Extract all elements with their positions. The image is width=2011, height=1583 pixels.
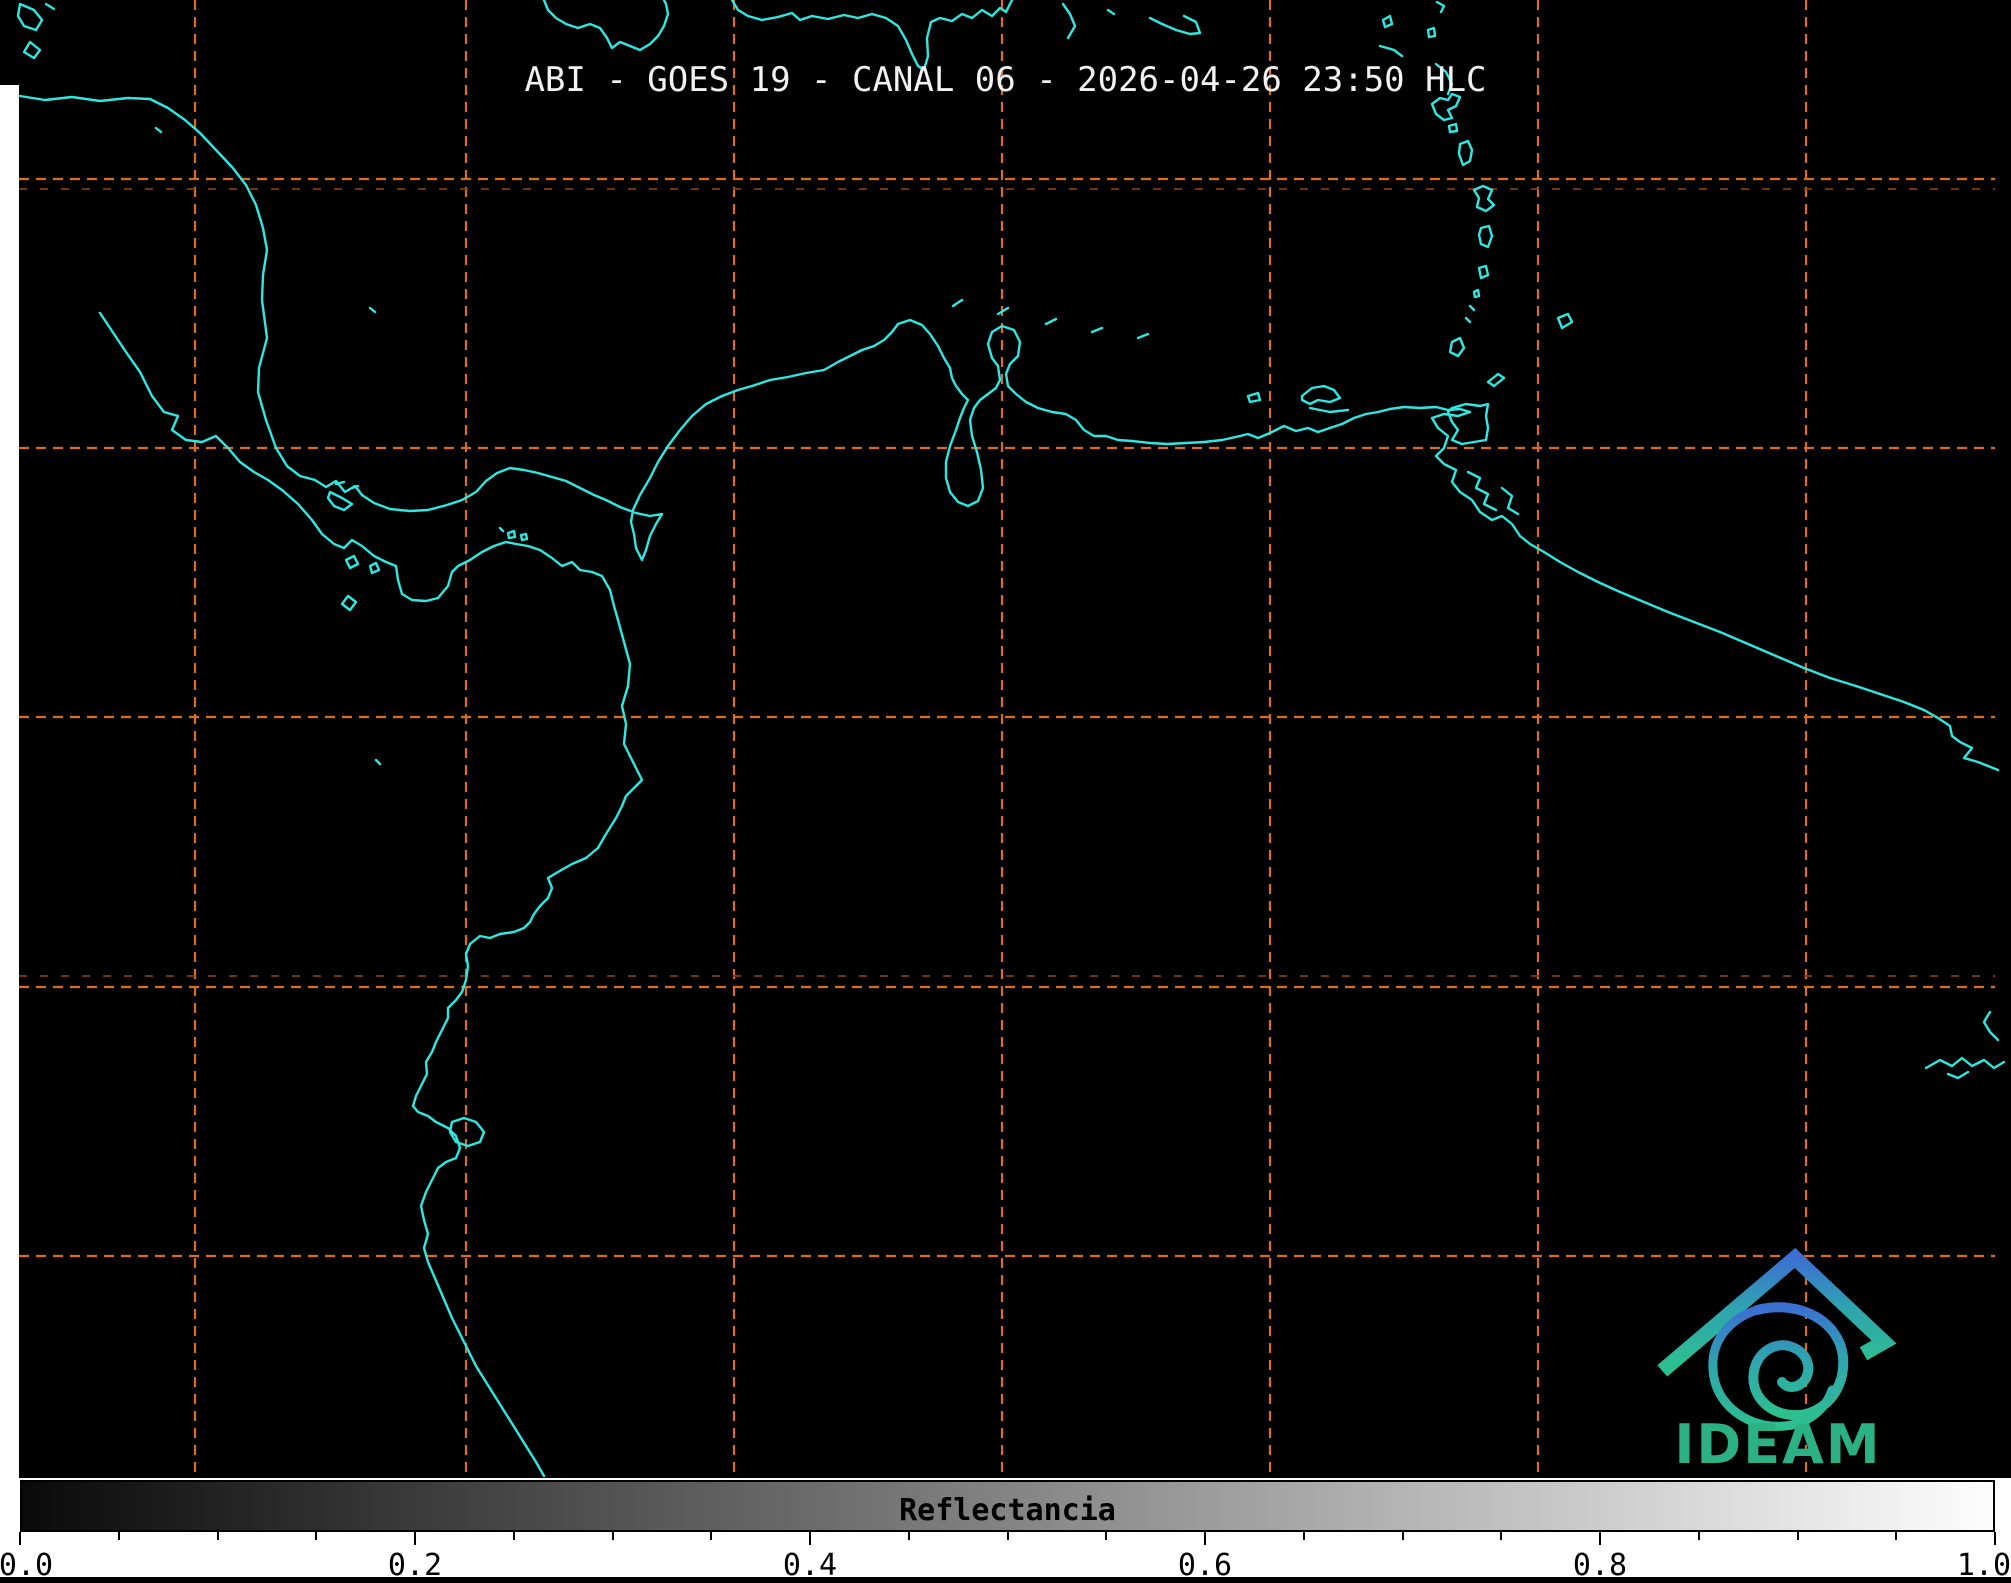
map-layers: IDEAM — [16, 0, 2006, 1478]
colorbar-gradient: Reflectancia — [20, 1480, 1995, 1532]
colorbar-tick — [907, 1532, 910, 1540]
colorbar-tick — [216, 1532, 219, 1540]
page-title: ABI - GOES 19 - CANAL 06 - 2026-04-26 23… — [524, 60, 1487, 100]
colorbar-tick-label: 0.4 — [782, 1548, 838, 1583]
ideam-logo: IDEAM — [1657, 1247, 1897, 1476]
colorbar-tick — [611, 1532, 614, 1540]
colorbar-tick — [414, 1532, 416, 1545]
colorbar-tick — [315, 1532, 318, 1540]
colorbar-tick — [1697, 1532, 1700, 1540]
ideam-logo-text: IDEAM — [1674, 1413, 1881, 1476]
satellite-image-page: { "header": { "title": "ABI - GOES 19 - … — [0, 0, 2011, 1583]
colorbar-tick — [1105, 1532, 1108, 1540]
san-andres-islets — [154, 126, 377, 314]
orinoco-delta-channels — [1466, 470, 1520, 516]
colorbar-tick-label: 0.2 — [387, 1548, 443, 1583]
chiriqui-gulf-islands — [340, 554, 381, 612]
hispaniola-coast-fragment — [542, 0, 670, 52]
colorbar-tick — [512, 1532, 515, 1540]
colorbar-tick — [809, 1532, 811, 1545]
colorbar-tick — [1006, 1532, 1009, 1540]
pacific-coastline — [98, 311, 644, 1478]
colorbar-tick — [19, 1532, 21, 1545]
malpelo-islet — [374, 758, 382, 766]
coastline-layer — [16, 0, 2006, 1478]
pearl-islands — [498, 526, 529, 542]
colorbar-tick — [1895, 1532, 1898, 1540]
map-canvas: IDEAM ABI - GOES 19 - CANAL 06 - 2026-04… — [0, 0, 2011, 1478]
barbados-island — [1556, 312, 1574, 330]
virgin-islands-fragments — [1061, 2, 1202, 40]
lake-nicaragua-fragments — [16, 2, 56, 60]
abc-islands — [951, 298, 1150, 340]
colorbar-tick — [1500, 1532, 1503, 1540]
colorbar-tick — [710, 1532, 713, 1540]
margarita-island — [1300, 384, 1350, 414]
colorbar-tick — [1302, 1532, 1305, 1540]
colorbar-tick-label: 0.6 — [1177, 1548, 1233, 1583]
colorbar-tick — [1204, 1532, 1206, 1545]
colorbar-tick — [1994, 1532, 1996, 1545]
tortuga-island — [1246, 391, 1262, 404]
colorbar-tick — [1599, 1532, 1601, 1545]
graticule-layer — [19, 0, 1995, 1478]
colorbar-label: Reflectancia — [899, 1493, 1116, 1528]
tobago-island — [1486, 372, 1506, 388]
colorbar-tick-label: 0.8 — [1572, 1548, 1628, 1583]
colorbar-tick — [117, 1532, 120, 1540]
colorbar-panel: Reflectancia 0.0 0.2 0.4 0.6 0.8 1.0 — [0, 1478, 2011, 1583]
colorbar-tick — [1401, 1532, 1404, 1540]
caribbean-mainland-coastline — [18, 94, 2000, 772]
amazon-coast-fragments — [1924, 1010, 2006, 1080]
colorbar-tick-label: 0.0 — [0, 1548, 54, 1583]
colorbar-tick — [1796, 1532, 1799, 1540]
colorbar-tick-label: 1.0 — [1956, 1548, 2011, 1583]
